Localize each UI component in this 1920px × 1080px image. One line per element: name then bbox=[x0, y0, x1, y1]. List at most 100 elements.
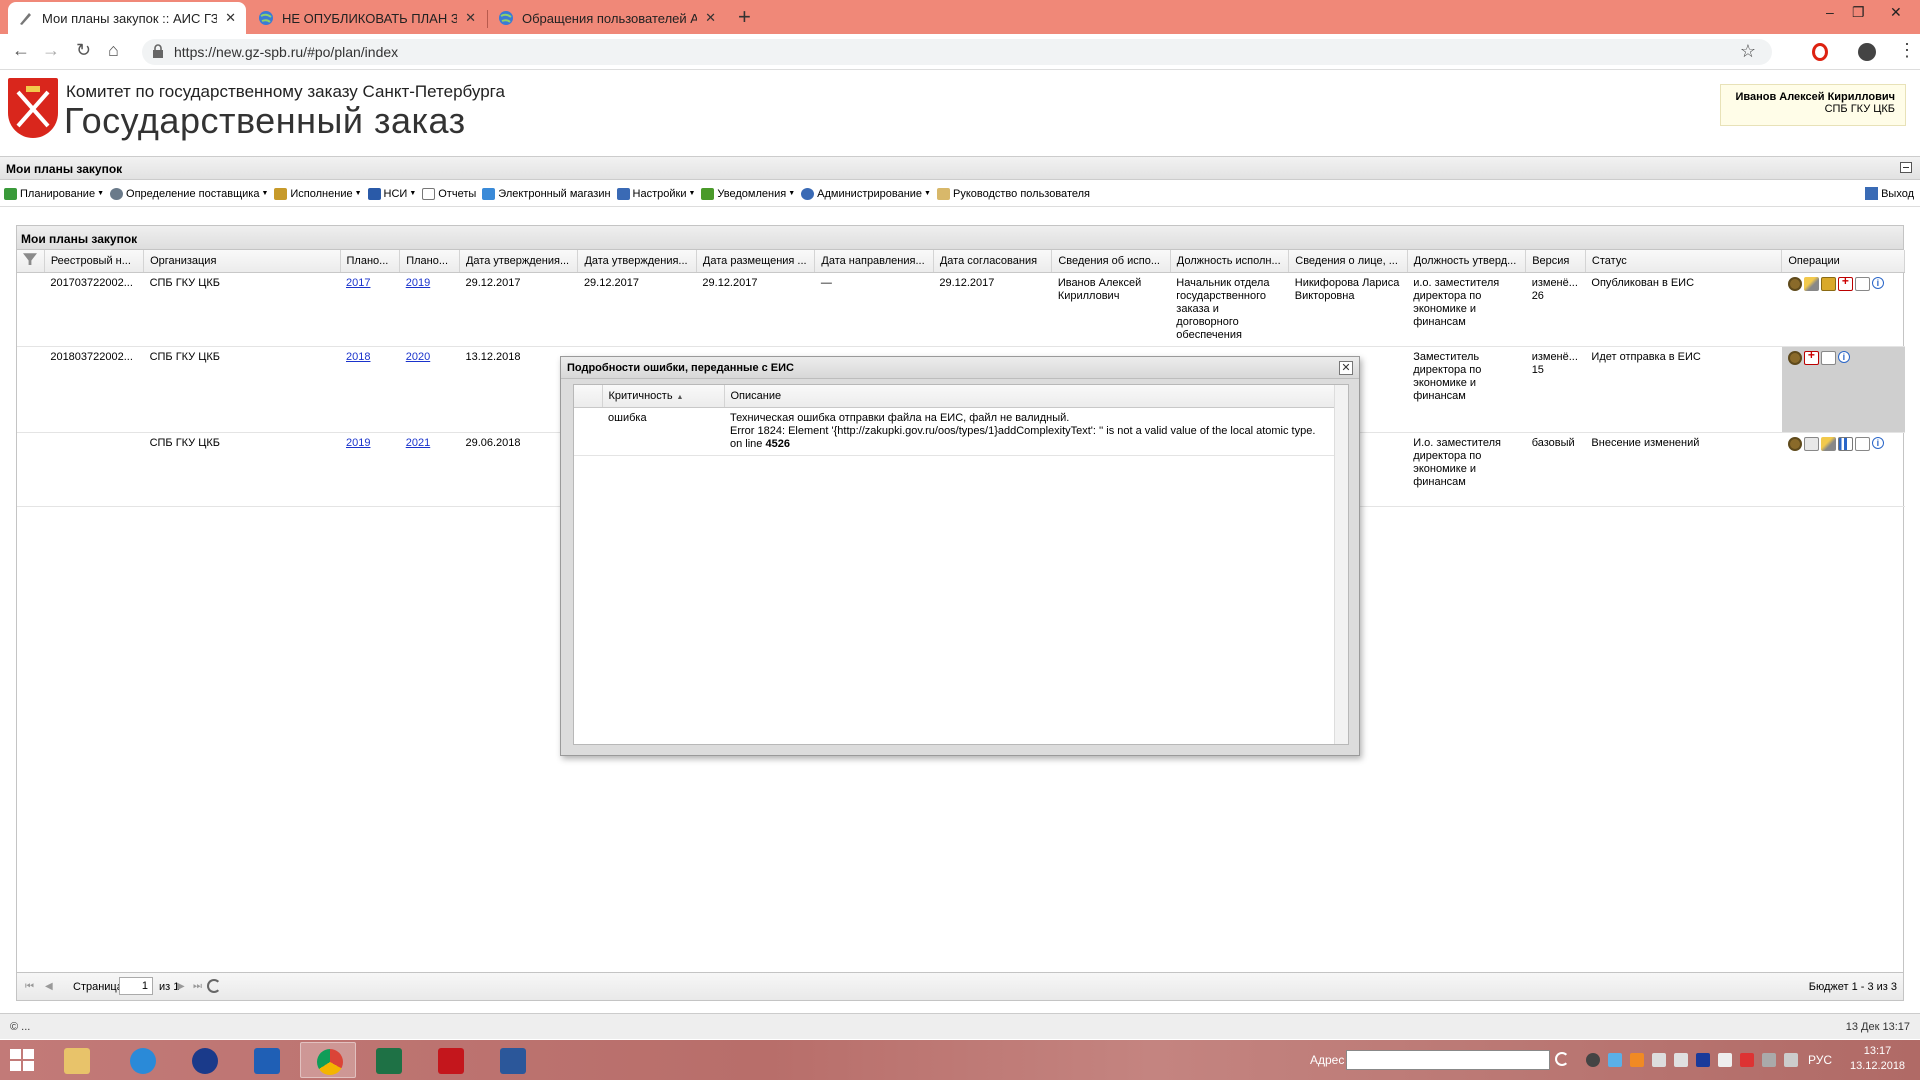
menu-item-eshop[interactable]: Электронный магазин bbox=[482, 187, 611, 200]
document-icon[interactable] bbox=[1820, 350, 1836, 365]
taskbar-excel[interactable] bbox=[360, 1042, 416, 1078]
menu-item-reports[interactable]: Отчеты bbox=[422, 187, 476, 200]
address-toolbar-input[interactable] bbox=[1346, 1050, 1550, 1070]
page-number-input[interactable] bbox=[119, 977, 153, 995]
document-icon[interactable] bbox=[1854, 276, 1870, 291]
tab-close-icon[interactable]: ✕ bbox=[225, 10, 236, 26]
info-icon[interactable]: i bbox=[1871, 276, 1884, 289]
home-icon[interactable]: ⌂ bbox=[108, 40, 119, 61]
taskbar-acrobat[interactable] bbox=[422, 1042, 478, 1078]
taskbar-word[interactable] bbox=[484, 1042, 540, 1078]
info-icon[interactable]: i bbox=[1837, 350, 1850, 363]
keyboard-language[interactable]: РУС bbox=[1808, 1053, 1832, 1067]
taskbar-explorer[interactable] bbox=[48, 1042, 104, 1078]
volume-icon[interactable] bbox=[1784, 1053, 1798, 1067]
column-header[interactable]: Операции bbox=[1781, 250, 1905, 273]
back-arrow-icon[interactable]: ← bbox=[12, 40, 30, 61]
columns-icon[interactable] bbox=[1837, 436, 1853, 451]
tray-cloud-icon[interactable] bbox=[1608, 1053, 1622, 1067]
column-header[interactable]: Дата согласования bbox=[933, 250, 1053, 273]
forward-arrow-icon[interactable]: → bbox=[42, 40, 60, 61]
column-header[interactable]: Должность утверд... bbox=[1407, 250, 1527, 273]
tray-flag-icon[interactable] bbox=[1718, 1053, 1732, 1067]
close-dialog-button[interactable]: ✕ bbox=[1339, 361, 1353, 375]
document-icon[interactable] bbox=[1854, 436, 1870, 451]
browser-menu-icon[interactable]: ⋮ bbox=[1898, 40, 1916, 61]
column-header-severity[interactable]: Критичность ▲ bbox=[602, 385, 725, 408]
taskbar-globe[interactable] bbox=[176, 1042, 232, 1078]
tray-app-icon[interactable] bbox=[1630, 1053, 1644, 1067]
menu-item-notifications[interactable]: Уведомления ▼ bbox=[701, 187, 795, 200]
taskbar-outlook[interactable] bbox=[238, 1042, 294, 1078]
plan-year-to-link[interactable]: 2020 bbox=[406, 351, 430, 363]
new-tab-button[interactable]: + bbox=[738, 4, 751, 30]
dialog-scrollbar[interactable] bbox=[1334, 385, 1348, 744]
prev-page-icon[interactable]: ◀ bbox=[45, 981, 53, 992]
minimize-window-button[interactable]: – bbox=[1826, 4, 1834, 20]
column-header[interactable]: Дата размещения ... bbox=[696, 250, 816, 273]
close-window-button[interactable]: ✕ bbox=[1890, 4, 1902, 21]
menu-item-settings[interactable]: Настройки ▼ bbox=[616, 187, 695, 200]
column-header[interactable]: Версия bbox=[1525, 250, 1586, 273]
first-page-icon[interactable]: ⏮ bbox=[25, 981, 34, 992]
address-go-icon[interactable] bbox=[1555, 1052, 1569, 1066]
menu-item-supplier[interactable]: Определение поставщика ▼ bbox=[110, 187, 268, 200]
exit-button[interactable]: Выход bbox=[1865, 187, 1914, 200]
menu-item-execution[interactable]: Исполнение ▼ bbox=[274, 187, 362, 200]
info-icon[interactable]: i bbox=[1871, 436, 1884, 449]
eagle-emblem-icon[interactable] bbox=[1787, 350, 1802, 365]
bookmark-star-icon[interactable]: ☆ bbox=[1740, 41, 1756, 62]
column-header-description[interactable]: Описание bbox=[724, 385, 1335, 408]
column-header[interactable]: Должность исполн... bbox=[1170, 250, 1290, 273]
plan-year-to-link[interactable]: 2019 bbox=[406, 277, 430, 289]
system-clock[interactable]: 13:17 13.12.2018 bbox=[1850, 1044, 1905, 1074]
checklist-icon[interactable] bbox=[1803, 436, 1819, 451]
column-header[interactable]: Сведения об испо... bbox=[1051, 250, 1171, 273]
address-bar[interactable]: https://new.gz-spb.ru/#po/plan/index ☆ bbox=[142, 39, 1772, 65]
column-header[interactable]: Реестровый н... bbox=[44, 250, 145, 273]
filter-column-header[interactable] bbox=[17, 250, 45, 273]
tab-close-icon[interactable]: ✕ bbox=[465, 10, 476, 26]
profile-icon[interactable] bbox=[1858, 43, 1876, 61]
tab-my-plans[interactable]: Мои планы закупок :: АИС ГЗ ✕ bbox=[8, 2, 246, 34]
taskbar-ie[interactable] bbox=[114, 1042, 170, 1078]
menu-item-nsi[interactable]: НСИ ▼ bbox=[367, 187, 416, 200]
column-header[interactable]: Дата утверждения... bbox=[459, 250, 579, 273]
taskbar-chrome[interactable] bbox=[300, 1042, 356, 1078]
filter-icon[interactable] bbox=[23, 253, 37, 266]
stack-icon[interactable] bbox=[1820, 276, 1836, 291]
menu-item-administration[interactable]: Администрирование ▼ bbox=[801, 187, 931, 200]
column-header[interactable]: Дата утверждения... bbox=[577, 250, 697, 273]
column-header[interactable]: Организация bbox=[143, 250, 341, 273]
table-row[interactable]: ошибка Техническая ошибка отправки файла… bbox=[574, 407, 1334, 456]
opera-extension-icon[interactable] bbox=[1812, 43, 1828, 61]
eagle-emblem-icon[interactable] bbox=[1787, 436, 1802, 451]
plan-year-to-link[interactable]: 2021 bbox=[406, 437, 430, 449]
add-icon[interactable] bbox=[1837, 275, 1853, 291]
last-page-icon[interactable]: ⏭ bbox=[193, 981, 202, 992]
restore-window-button[interactable]: ❐ bbox=[1852, 4, 1865, 21]
tab-do-not-publish[interactable]: НЕ ОПУБЛИКОВАТЬ ПЛАН ЗАК ✕ bbox=[248, 2, 486, 34]
column-header[interactable]: Плано... bbox=[399, 250, 460, 273]
column-header[interactable]: Сведения о лице, ... bbox=[1288, 250, 1408, 273]
tray-utility-icon[interactable] bbox=[1674, 1053, 1688, 1067]
tab-user-requests[interactable]: Обращения пользователей АИ ✕ bbox=[488, 2, 726, 34]
plan-year-from-link[interactable]: 2017 bbox=[346, 277, 370, 289]
menu-item-planning[interactable]: Планирование ▼ bbox=[4, 187, 104, 200]
tray-security-icon[interactable] bbox=[1696, 1053, 1710, 1067]
windows-start-icon[interactable] bbox=[10, 1049, 34, 1071]
plan-year-from-link[interactable]: 2019 bbox=[346, 437, 370, 449]
column-header[interactable]: Плано... bbox=[340, 250, 401, 273]
tray-monitor-icon[interactable] bbox=[1762, 1053, 1776, 1067]
tab-close-icon[interactable]: ✕ bbox=[705, 10, 716, 26]
menu-item-user-guide[interactable]: Руководство пользователя bbox=[936, 187, 1090, 200]
collapse-panel-icon[interactable] bbox=[1900, 162, 1912, 173]
refresh-icon[interactable] bbox=[207, 979, 221, 993]
tray-alert-icon[interactable] bbox=[1740, 1053, 1754, 1067]
plan-year-from-link[interactable]: 2018 bbox=[346, 351, 370, 363]
edit-icon[interactable] bbox=[1803, 276, 1819, 291]
column-header[interactable]: Дата направления... bbox=[814, 250, 934, 273]
add-icon[interactable] bbox=[1803, 349, 1819, 365]
eagle-emblem-icon[interactable] bbox=[1787, 276, 1802, 291]
tray-network-icon[interactable] bbox=[1652, 1053, 1666, 1067]
